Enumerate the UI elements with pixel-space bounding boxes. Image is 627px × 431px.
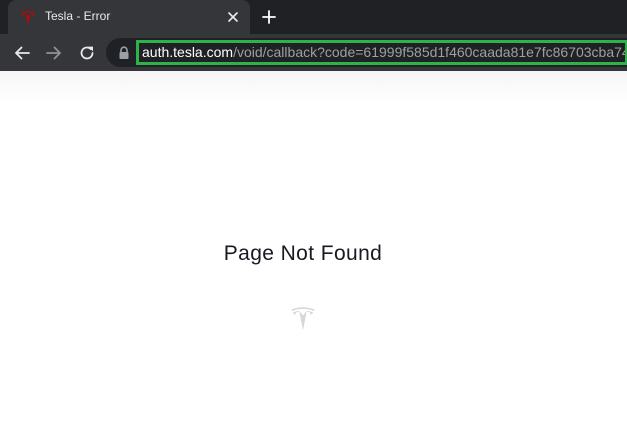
tesla-t-icon: [19, 8, 37, 26]
browser-window: Tesla - Error auth.tesla.com/void/callba…: [0, 0, 627, 431]
browser-toolbar: auth.tesla.com/void/callback?code=61999f…: [0, 34, 627, 71]
tab-tesla-error[interactable]: Tesla - Error: [8, 0, 250, 34]
url-path: /void/callback?code=61999f585d1f460caada…: [233, 44, 627, 60]
page-content: Page Not Found: [0, 71, 627, 431]
close-tab-icon[interactable]: [224, 8, 242, 26]
lock-icon[interactable]: [118, 46, 130, 60]
reload-icon[interactable]: [75, 41, 99, 65]
tab-strip: Tesla - Error: [0, 0, 627, 34]
page-not-found-heading: Page Not Found: [223, 242, 383, 265]
new-tab-plus-icon[interactable]: [259, 7, 279, 27]
address-bar[interactable]: auth.tesla.com/void/callback?code=61999f…: [106, 38, 627, 67]
back-arrow-icon[interactable]: [10, 41, 34, 65]
url-host: auth.tesla.com: [142, 44, 234, 60]
tab-title: Tesla - Error: [45, 9, 111, 23]
url-text[interactable]: auth.tesla.com/void/callback?code=61999f…: [136, 40, 627, 65]
tesla-logo-icon: [288, 301, 318, 333]
forward-arrow-icon[interactable]: [42, 41, 66, 65]
